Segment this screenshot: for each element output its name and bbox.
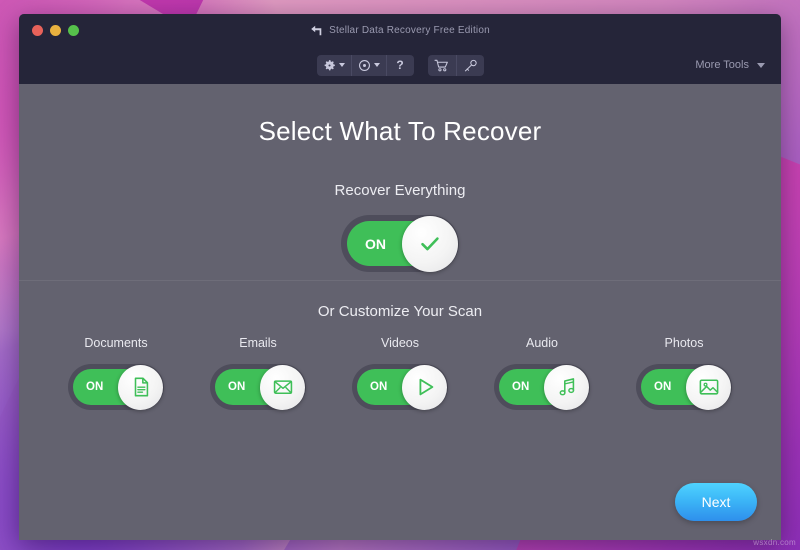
toggle-knob: [118, 364, 163, 410]
category-documents: Documents ON: [49, 336, 184, 410]
category-emails: Emails ON: [191, 336, 326, 410]
next-button[interactable]: Next: [675, 483, 757, 521]
category-toggle-row: Documents ON Emails ON Videos ON Audio O…: [19, 336, 781, 410]
toolbar: ? More Tools: [19, 46, 781, 84]
window-controls: [32, 24, 79, 36]
category-label: Videos: [381, 336, 419, 350]
toggle-knob: [686, 364, 731, 410]
chevron-down-icon: [757, 62, 765, 68]
more-tools-dropdown[interactable]: More Tools: [695, 46, 765, 84]
main-content: Select What To Recover Recover Everythin…: [19, 84, 781, 540]
chevron-down-icon: [373, 63, 380, 67]
emails-toggle[interactable]: ON: [210, 364, 306, 410]
section-divider: [19, 280, 781, 281]
category-label: Audio: [526, 336, 558, 350]
category-photos: Photos ON: [617, 336, 752, 410]
documents-toggle[interactable]: ON: [68, 364, 164, 410]
settings-gear-button[interactable]: [317, 55, 351, 76]
category-audio: Audio ON: [475, 336, 610, 410]
chevron-down-icon: [338, 63, 345, 67]
question-mark-icon: ?: [396, 58, 404, 72]
page-title: Select What To Recover: [258, 116, 542, 146]
window-title: Stellar Data Recovery Free Edition: [329, 24, 490, 36]
photos-toggle[interactable]: ON: [636, 364, 732, 410]
document-icon: [134, 377, 148, 397]
category-videos: Videos ON: [333, 336, 468, 410]
image-icon: [699, 379, 718, 395]
category-label: Emails: [239, 336, 277, 350]
help-button[interactable]: ?: [385, 54, 414, 76]
toolbar-group-primary: ?: [316, 54, 414, 76]
minimize-button[interactable]: [50, 24, 61, 36]
audio-toggle[interactable]: ON: [494, 364, 590, 410]
toggle-knob: [544, 364, 589, 410]
category-label: Documents: [84, 336, 148, 350]
envelope-icon: [273, 380, 292, 395]
customize-scan-label: Or Customize Your Scan: [317, 303, 483, 320]
recover-everything-label: Recover Everything: [334, 182, 466, 199]
more-tools-label: More Tools: [695, 59, 749, 71]
category-label: Photos: [664, 336, 704, 350]
check-icon: [421, 237, 439, 251]
window-title-area: Stellar Data Recovery Free Edition: [19, 14, 781, 46]
recover-everything-toggle[interactable]: ON: [341, 215, 459, 272]
toggle-knob: [402, 364, 447, 410]
close-button[interactable]: [32, 24, 43, 36]
play-icon: [419, 378, 433, 396]
videos-toggle[interactable]: ON: [352, 364, 448, 410]
activate-key-button[interactable]: [455, 54, 484, 76]
watermark: wsxdn.com: [753, 538, 796, 547]
back-arrow-icon: [310, 25, 323, 36]
application-window: Stellar Data Recovery Free Edition ? Mor…: [19, 14, 781, 540]
window-titlebar: Stellar Data Recovery Free Edition: [19, 14, 781, 46]
toolbar-group-purchase: [427, 54, 484, 76]
buy-cart-button[interactable]: [428, 55, 456, 76]
toggle-knob: [402, 216, 458, 272]
music-note-icon: [559, 378, 574, 396]
toggle-knob: [260, 364, 305, 410]
zoom-button[interactable]: [68, 24, 79, 36]
recovery-disc-button[interactable]: [350, 54, 386, 76]
master-toggle-wrap: ON: [19, 215, 781, 272]
